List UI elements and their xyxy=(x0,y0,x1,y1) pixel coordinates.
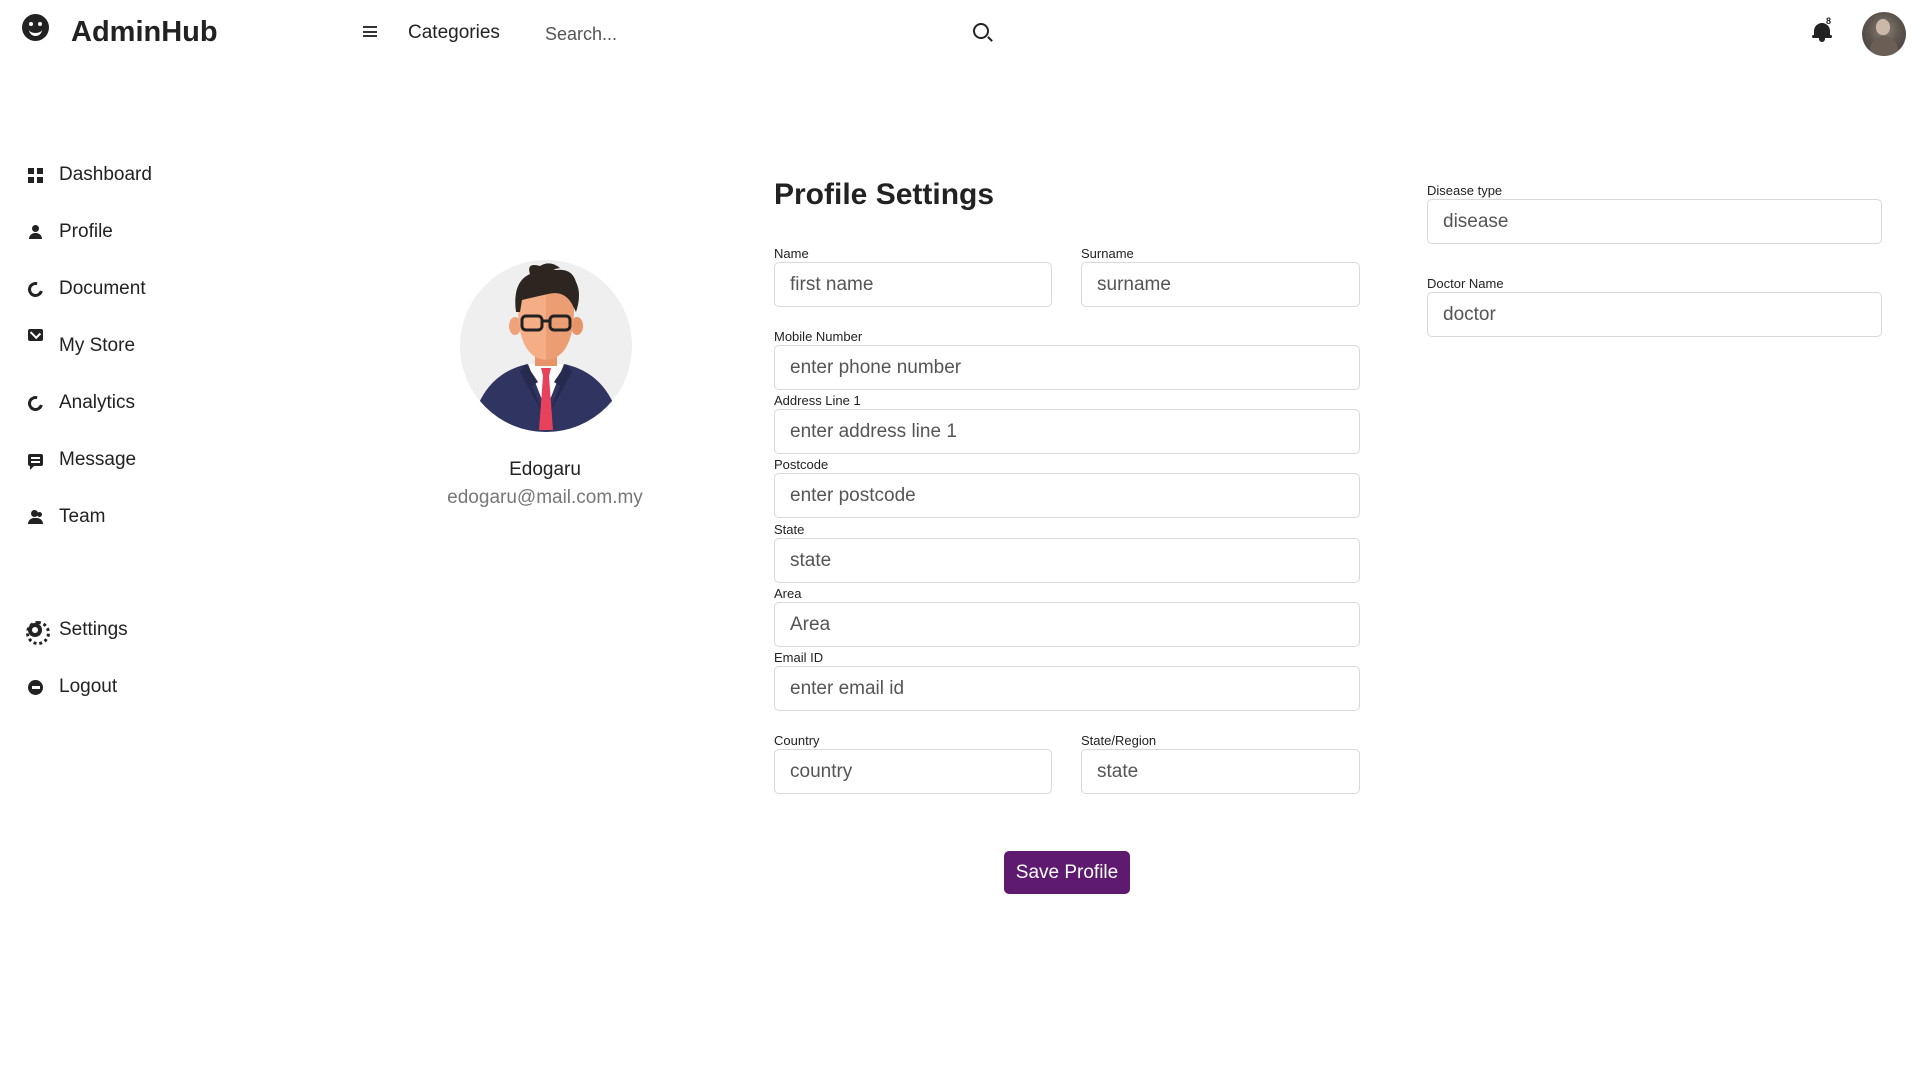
postcode-field[interactable] xyxy=(774,473,1360,518)
sidebar-item-analytics[interactable]: Analytics xyxy=(0,383,300,423)
person-icon xyxy=(28,224,43,240)
doctor-name-label: Doctor Name xyxy=(1427,276,1504,291)
sidebar-item-document[interactable]: Document xyxy=(0,269,300,309)
area-label: Area xyxy=(774,586,802,601)
notification-count-badge: 8 xyxy=(1826,16,1832,26)
dashboard-icon xyxy=(28,167,43,183)
notification-bell-icon[interactable]: 8 xyxy=(1812,16,1832,42)
sidebar-item-message[interactable]: Message xyxy=(0,440,300,480)
disease-type-field[interactable] xyxy=(1427,199,1882,244)
sidebar-item-label: Settings xyxy=(59,619,128,640)
state-region-label: State/Region xyxy=(1081,733,1157,748)
store-icon xyxy=(28,329,43,341)
sidebar-item-label: Profile xyxy=(59,221,113,242)
disease-type-label: Disease type xyxy=(1427,183,1503,198)
email-id-label: Email ID xyxy=(774,650,824,665)
state-field[interactable] xyxy=(774,538,1360,583)
brand[interactable]: AdminHub xyxy=(22,14,218,48)
postcode-label: Postcode xyxy=(774,457,829,472)
profile-name: Edogaru xyxy=(509,459,581,480)
sidebar-item-label: Document xyxy=(59,278,146,299)
profile-avatar xyxy=(460,260,632,432)
analytics-icon xyxy=(25,392,46,414)
sidebar-item-my-store[interactable]: My Store xyxy=(0,326,300,366)
search-input[interactable] xyxy=(530,16,950,52)
mobile-number-label: Mobile Number xyxy=(774,329,863,344)
businessman-avatar-illustration xyxy=(460,260,632,432)
smiley-logo-icon xyxy=(22,14,49,41)
logout-icon xyxy=(28,679,43,695)
sidebar-item-dashboard[interactable]: Dashboard xyxy=(0,155,300,195)
sidebar-item-label: Dashboard xyxy=(59,164,152,185)
address-line-1-label: Address Line 1 xyxy=(774,393,861,408)
address-line-1-field[interactable] xyxy=(774,409,1360,454)
mobile-number-field[interactable] xyxy=(774,345,1360,390)
surname-field[interactable] xyxy=(1081,262,1360,307)
doctor-name-field[interactable] xyxy=(1427,292,1882,337)
country-field[interactable] xyxy=(774,749,1052,794)
sidebar-item-logout[interactable]: Logout xyxy=(0,667,300,707)
save-profile-button[interactable]: Save Profile xyxy=(1004,851,1130,894)
email-id-field[interactable] xyxy=(774,666,1360,711)
sidebar-item-label: Logout xyxy=(59,676,118,697)
state-label: State xyxy=(774,522,805,537)
surname-label: Surname xyxy=(1081,246,1134,261)
search-icon[interactable] xyxy=(973,23,989,39)
sidebar-item-label: Team xyxy=(59,506,106,527)
profile-email: edogaru@mail.com.my xyxy=(447,487,643,508)
sidebar-item-label: Message xyxy=(59,449,137,470)
message-icon xyxy=(28,454,43,470)
categories-link[interactable]: Categories xyxy=(408,22,500,44)
page-title: Profile Settings xyxy=(774,178,995,211)
sidebar-item-label: Analytics xyxy=(59,392,136,413)
sidebar-item-profile[interactable]: Profile xyxy=(0,212,300,252)
document-icon xyxy=(25,278,46,300)
sidebar-item-team[interactable]: Team xyxy=(0,497,300,537)
user-avatar[interactable] xyxy=(1862,12,1906,56)
sidebar-item-settings[interactable]: Settings xyxy=(0,610,300,650)
menu-icon[interactable] xyxy=(363,26,377,37)
team-icon xyxy=(28,509,43,525)
first-name-field[interactable] xyxy=(774,262,1052,307)
search-box xyxy=(530,16,1000,52)
country-label: Country xyxy=(774,733,820,748)
state-region-field[interactable] xyxy=(1081,749,1360,794)
brand-name: AdminHub xyxy=(71,16,218,48)
sidebar-item-label: My Store xyxy=(59,335,136,356)
name-label: Name xyxy=(774,246,809,261)
gear-icon xyxy=(26,621,50,645)
top-bar: AdminHub Categories 8 xyxy=(0,0,1920,68)
area-field[interactable] xyxy=(774,602,1360,647)
